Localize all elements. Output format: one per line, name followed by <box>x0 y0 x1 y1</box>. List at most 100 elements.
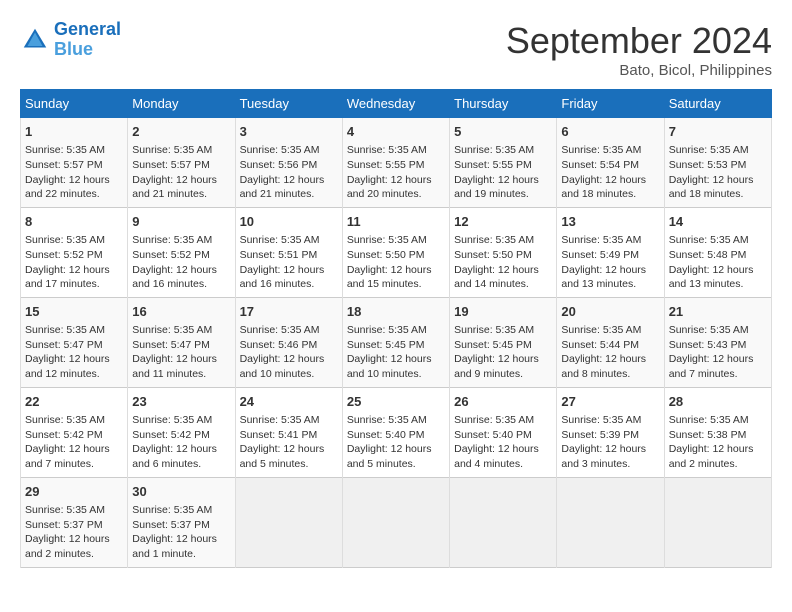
day-info: Sunrise: 5:35 AM Sunset: 5:43 PM Dayligh… <box>669 323 767 382</box>
day-info: Sunrise: 5:35 AM Sunset: 5:48 PM Dayligh… <box>669 233 767 292</box>
day-number: 17 <box>240 303 338 321</box>
week-row-1: 1 Sunrise: 5:35 AM Sunset: 5:57 PM Daylig… <box>21 118 772 208</box>
day-cell: 3 Sunrise: 5:35 AM Sunset: 5:56 PM Daylig… <box>235 118 342 208</box>
day-info: Sunrise: 5:35 AM Sunset: 5:40 PM Dayligh… <box>454 413 552 472</box>
day-cell: 9 Sunrise: 5:35 AM Sunset: 5:52 PM Daylig… <box>128 207 235 297</box>
col-wednesday: Wednesday <box>342 90 449 118</box>
day-info: Sunrise: 5:35 AM Sunset: 5:47 PM Dayligh… <box>132 323 230 382</box>
logo-icon <box>20 25 50 55</box>
day-cell: 29 Sunrise: 5:35 AM Sunset: 5:37 PM Dayli… <box>21 477 128 567</box>
day-cell: 25 Sunrise: 5:35 AM Sunset: 5:40 PM Dayli… <box>342 387 449 477</box>
col-monday: Monday <box>128 90 235 118</box>
day-cell: 15Sunrise: 5:35 AM Sunset: 5:47 PM Dayli… <box>21 297 128 387</box>
day-cell: 21 Sunrise: 5:35 AM Sunset: 5:43 PM Dayli… <box>664 297 771 387</box>
day-cell: 13 Sunrise: 5:35 AM Sunset: 5:49 PM Dayli… <box>557 207 664 297</box>
day-cell: 18 Sunrise: 5:35 AM Sunset: 5:45 PM Dayli… <box>342 297 449 387</box>
day-number: 27 <box>561 393 659 411</box>
day-cell <box>664 477 771 567</box>
day-number: 8 <box>25 213 123 231</box>
day-info: Sunrise: 5:35 AM Sunset: 5:49 PM Dayligh… <box>561 233 659 292</box>
day-number: 14 <box>669 213 767 231</box>
day-info: Sunrise: 5:35 AM Sunset: 5:42 PM Dayligh… <box>132 413 230 472</box>
day-info: Sunrise: 5:35 AM Sunset: 5:51 PM Dayligh… <box>240 233 338 292</box>
day-cell: 5 Sunrise: 5:35 AM Sunset: 5:55 PM Daylig… <box>450 118 557 208</box>
col-thursday: Thursday <box>450 90 557 118</box>
day-info: Sunrise: 5:35 AM Sunset: 5:52 PM Dayligh… <box>132 233 230 292</box>
day-cell: 12 Sunrise: 5:35 AM Sunset: 5:50 PM Dayli… <box>450 207 557 297</box>
day-info: Sunrise: 5:35 AM Sunset: 5:52 PM Dayligh… <box>25 233 123 292</box>
title-section: September 2024 Bato, Bicol, Philippines <box>506 20 772 79</box>
day-number: 11 <box>347 213 445 231</box>
day-cell: 24 Sunrise: 5:35 AM Sunset: 5:41 PM Dayli… <box>235 387 342 477</box>
col-saturday: Saturday <box>664 90 771 118</box>
day-number: 21 <box>669 303 767 321</box>
day-cell: 27 Sunrise: 5:35 AM Sunset: 5:39 PM Dayli… <box>557 387 664 477</box>
day-cell: 22 Sunrise: 5:35 AM Sunset: 5:42 PM Dayli… <box>21 387 128 477</box>
day-number: 12 <box>454 213 552 231</box>
day-cell: 2Sunrise: 5:35 AM Sunset: 5:57 PM Daylig… <box>128 118 235 208</box>
day-cell: 20 Sunrise: 5:35 AM Sunset: 5:44 PM Dayli… <box>557 297 664 387</box>
day-number: 25 <box>347 393 445 411</box>
day-number: 7 <box>669 123 767 141</box>
day-cell: 8 Sunrise: 5:35 AM Sunset: 5:52 PM Daylig… <box>21 207 128 297</box>
day-number: 19 <box>454 303 552 321</box>
day-info: Sunrise: 5:35 AM Sunset: 5:45 PM Dayligh… <box>454 323 552 382</box>
day-cell: 11Sunrise: 5:35 AM Sunset: 5:50 PM Dayli… <box>342 207 449 297</box>
day-number: 23 <box>132 393 230 411</box>
day-number: 18 <box>347 303 445 321</box>
day-info: Sunrise: 5:35 AM Sunset: 5:54 PM Dayligh… <box>561 143 659 202</box>
day-info: Sunrise: 5:35 AM Sunset: 5:55 PM Dayligh… <box>347 143 445 202</box>
day-info: Sunrise: 5:35 AM Sunset: 5:37 PM Dayligh… <box>25 503 123 562</box>
logo-text: GeneralBlue <box>54 20 121 60</box>
day-cell: 17Sunrise: 5:35 AM Sunset: 5:46 PM Dayli… <box>235 297 342 387</box>
day-info: Sunrise: 5:35 AM Sunset: 5:50 PM Dayligh… <box>454 233 552 292</box>
day-info: Sunrise: 5:35 AM Sunset: 5:45 PM Dayligh… <box>347 323 445 382</box>
day-info: Sunrise: 5:35 AM Sunset: 5:42 PM Dayligh… <box>25 413 123 472</box>
day-number: 22 <box>25 393 123 411</box>
week-row-3: 15 Sunrise: 5:35 AM Sunset: 5:47 PM Dayli… <box>21 297 772 387</box>
day-number: 5 <box>454 123 552 141</box>
day-number: 20 <box>561 303 659 321</box>
day-cell: 1Sunrise: 5:35 AM Sunset: 5:57 PM Daylig… <box>21 118 128 208</box>
day-number: 16 <box>132 303 230 321</box>
day-number: 26 <box>454 393 552 411</box>
day-number: 30 <box>132 483 230 501</box>
day-cell: 7 Sunrise: 5:35 AM Sunset: 5:53 PM Daylig… <box>664 118 771 208</box>
day-cell <box>450 477 557 567</box>
day-cell <box>557 477 664 567</box>
day-info: Sunrise: 5:35 AM Sunset: 5:44 PM Dayligh… <box>561 323 659 382</box>
day-info: Sunrise: 5:35 AM Sunset: 5:57 PM Dayligh… <box>132 143 230 202</box>
day-cell: 16 Sunrise: 5:35 AM Sunset: 5:47 PM Dayli… <box>128 297 235 387</box>
day-number: 28 <box>669 393 767 411</box>
day-cell: 23 Sunrise: 5:35 AM Sunset: 5:42 PM Dayli… <box>128 387 235 477</box>
day-number: 15 <box>25 303 123 321</box>
day-info: Sunrise: 5:35 AM Sunset: 5:53 PM Dayligh… <box>669 143 767 202</box>
day-cell: 19 Sunrise: 5:35 AM Sunset: 5:45 PM Dayli… <box>450 297 557 387</box>
day-info: Sunrise: 5:35 AM Sunset: 5:39 PM Dayligh… <box>561 413 659 472</box>
day-number: 1 <box>25 123 123 141</box>
week-row-4: 22 Sunrise: 5:35 AM Sunset: 5:42 PM Dayli… <box>21 387 772 477</box>
day-info: Sunrise: 5:35 AM Sunset: 5:41 PM Dayligh… <box>240 413 338 472</box>
day-info: Sunrise: 5:35 AM Sunset: 5:40 PM Dayligh… <box>347 413 445 472</box>
logo: GeneralBlue <box>20 20 121 60</box>
day-cell <box>235 477 342 567</box>
day-number: 13 <box>561 213 659 231</box>
day-info: Sunrise: 5:35 AM Sunset: 5:56 PM Dayligh… <box>240 143 338 202</box>
day-cell: 28 Sunrise: 5:35 AM Sunset: 5:38 PM Dayli… <box>664 387 771 477</box>
col-tuesday: Tuesday <box>235 90 342 118</box>
day-info: Sunrise: 5:35 AM Sunset: 5:55 PM Dayligh… <box>454 143 552 202</box>
col-friday: Friday <box>557 90 664 118</box>
day-number: 4 <box>347 123 445 141</box>
page-header: GeneralBlue September 2024 Bato, Bicol, … <box>20 20 772 79</box>
day-cell: 6 Sunrise: 5:35 AM Sunset: 5:54 PM Daylig… <box>557 118 664 208</box>
location: Bato, Bicol, Philippines <box>506 62 772 79</box>
day-number: 24 <box>240 393 338 411</box>
day-info: Sunrise: 5:35 AM Sunset: 5:38 PM Dayligh… <box>669 413 767 472</box>
day-number: 9 <box>132 213 230 231</box>
day-number: 6 <box>561 123 659 141</box>
week-row-2: 8 Sunrise: 5:35 AM Sunset: 5:52 PM Daylig… <box>21 207 772 297</box>
day-cell: 10 Sunrise: 5:35 AM Sunset: 5:51 PM Dayli… <box>235 207 342 297</box>
day-number: 10 <box>240 213 338 231</box>
day-number: 3 <box>240 123 338 141</box>
day-number: 29 <box>25 483 123 501</box>
